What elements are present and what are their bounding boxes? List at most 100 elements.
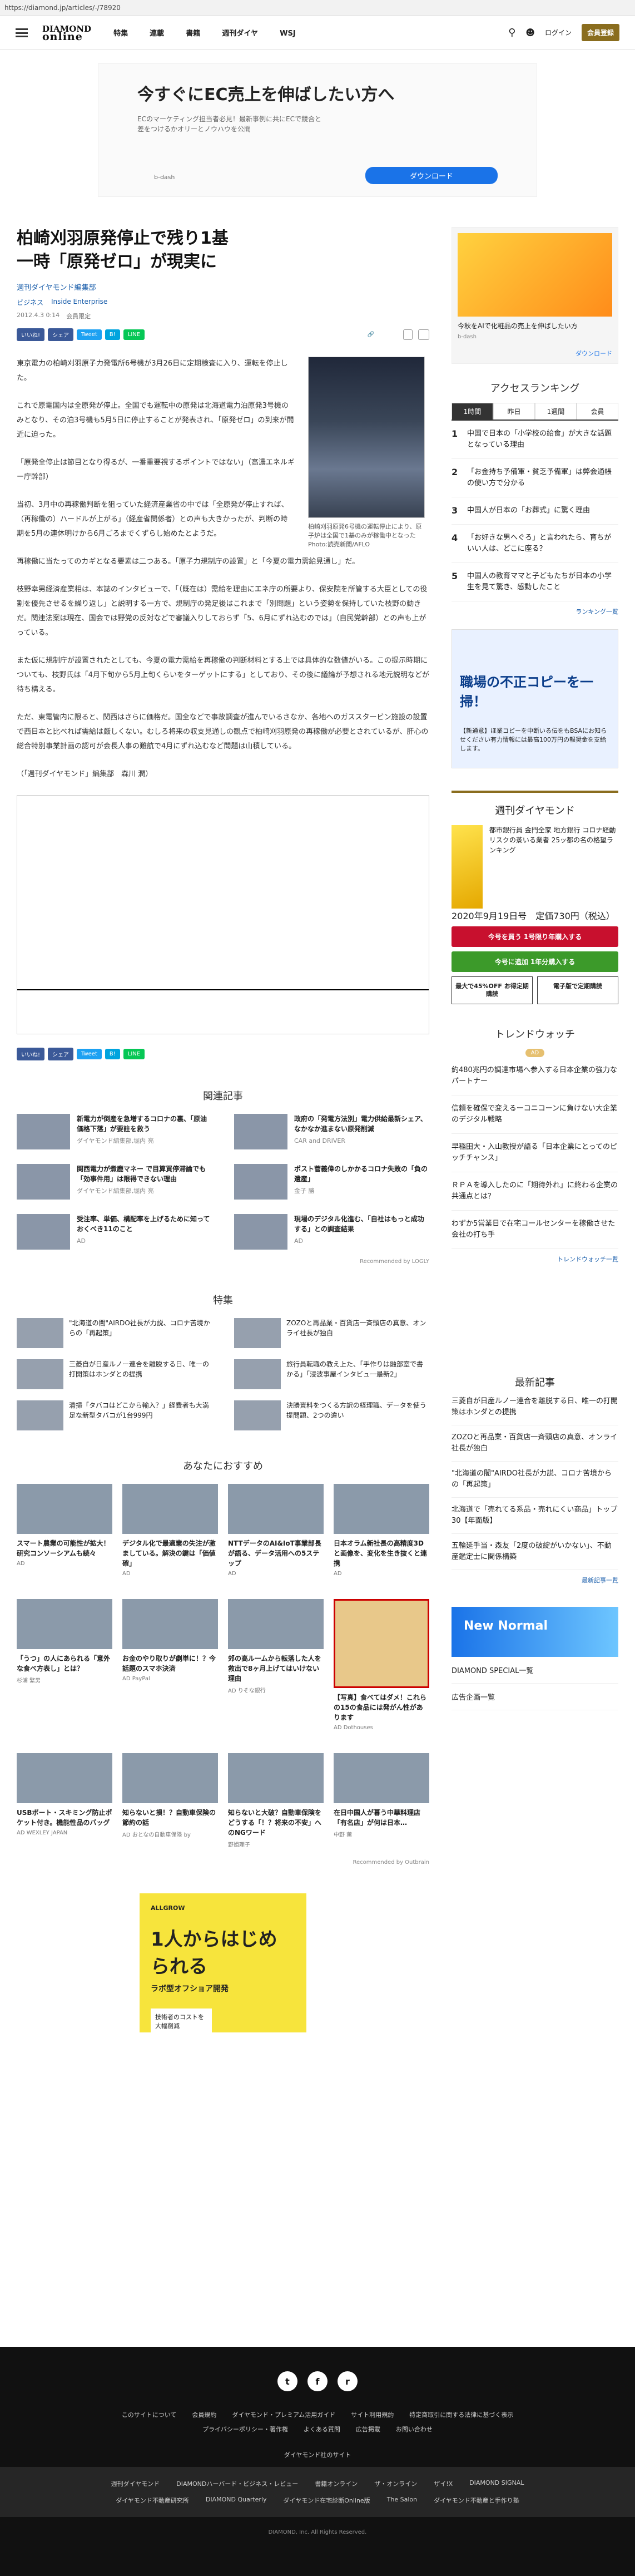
tab-yesterday[interactable]: 昨日	[493, 403, 535, 420]
facebook-share-button[interactable]: シェア	[48, 1048, 74, 1060]
trend-item[interactable]: ＲＰＡを導入したのに「期待外れ」に終わる企業の共通点とは？	[452, 1172, 618, 1211]
nav-shoseki[interactable]: 書籍	[186, 29, 200, 38]
osusume-item[interactable]: 日本オラム新社長の高精度3Dと画像を、変化を生き抜くと連携 AD	[334, 1484, 429, 1577]
top-ad-download-button[interactable]: ダウンロード	[365, 167, 498, 184]
footer-site-link[interactable]: ザ・オンライン	[374, 2479, 417, 2488]
related-item[interactable]: 政府の「発電方法別」電力供給最新シェア、なかなか進まない原発削減 CAR and …	[234, 1114, 429, 1149]
digital-subscribe-button[interactable]: 電子版で定期購読	[537, 976, 618, 1004]
footer-site-link[interactable]: 書籍オンライン	[315, 2479, 358, 2488]
facebook-like-button[interactable]: いいね!	[17, 328, 45, 341]
site-logo[interactable]: DIAMOND online	[42, 24, 91, 42]
trend-item[interactable]: わずか5営業日で在宅コールセンターを稼働させた会社の打ち手	[452, 1211, 618, 1249]
ranking-item[interactable]: 5 中国人の教育ママと子どもたちが日本の小学生を見て驚き、感動したこと	[452, 563, 618, 601]
tweet-button[interactable]: Tweet	[77, 1049, 102, 1059]
author-link[interactable]: 週刊ダイヤモンド編集部	[17, 282, 429, 292]
tokushu-item[interactable]: ZOZOと再品業・百貨店一斉頭店の真意、オンライ社長が独白	[234, 1318, 429, 1348]
url-bar[interactable]: https://diamond.jp/articles/-/78920	[0, 0, 635, 16]
line-button[interactable]: LINE	[123, 329, 145, 340]
footer-link[interactable]: 特定商取引に関する法律に基づく表示	[409, 2410, 513, 2419]
link-icon[interactable]: 🔗	[363, 329, 378, 340]
trend-more-link[interactable]: トレンドウォッチ一覧	[452, 1255, 618, 1264]
ranking-item[interactable]: 4 「お好きな男へぐろ」と言われたら、育ちがいい人は、どこに座る？	[452, 525, 618, 563]
related-item[interactable]: 受注率、単価、構配率を上げるために知っておくべき11のこと AD	[17, 1214, 212, 1250]
hatena-button[interactable]: B!	[105, 1049, 120, 1059]
new-normal-ad[interactable]: New Normal	[452, 1607, 618, 1657]
ranking-item[interactable]: 2 「お金持ち予備軍・貧乏予備軍」は弊会通帳の使い方で分かる	[452, 459, 618, 497]
user-icon[interactable]: ☻	[525, 27, 535, 38]
sidebar-ad[interactable]: 今秋をAIで化粧品の売上を伸ばしたい方 b-dash ダウンロード	[452, 227, 618, 364]
facebook-share-button[interactable]: シェア	[48, 328, 74, 341]
hatena-button[interactable]: B!	[105, 329, 120, 340]
related-item[interactable]: ポスト菅義偉のしかかるコロナ失敗の「負の遺産」 金子 勝	[234, 1164, 429, 1200]
ranking-item[interactable]: 3 中国人が日本の「お葬式」に驚く理由	[452, 497, 618, 525]
osusume-item-highlighted[interactable]: 【写真】食べてはダメ！これらの15の食品には発がん性があります AD Dothou…	[334, 1599, 429, 1731]
new-item[interactable]: "北海道の闇"AIRDO社長が力説、コロナ苦境からの「再起策」	[452, 1462, 618, 1498]
tokushu-item[interactable]: "北海道の闇"AIRDO社長が力説、コロナ苦境からの「再起策」	[17, 1318, 212, 1348]
nav-rensai[interactable]: 連載	[150, 29, 164, 38]
tokushu-item[interactable]: 清掃「タバコはどこから輸入？」経費者も大満足な新型タバコが1台999円	[17, 1400, 212, 1430]
footer-site-link[interactable]: ダイヤモンド不動産と手作り塾	[434, 2496, 519, 2505]
tweet-button[interactable]: Tweet	[77, 329, 102, 340]
footer-link[interactable]: このサイトについて	[122, 2410, 177, 2419]
rss-icon[interactable]: r	[338, 2371, 358, 2391]
osusume-item[interactable]: 知らないと大破？自動車保険をどうする「！？将来の不安」へのNGワード 野姐理子	[228, 1753, 324, 1848]
facebook-like-button[interactable]: いいね!	[17, 1048, 45, 1060]
footer-site-link[interactable]: DIAMONDハーバード・ビジネス・レビュー	[176, 2479, 298, 2488]
menu-icon[interactable]	[16, 28, 28, 37]
related-item[interactable]: 関西電力が煮鹿マネー で目算買停滞論でも「効事件用」は限得できない理由 ダイヤモン…	[17, 1164, 212, 1200]
tab-1week[interactable]: 1週間	[535, 403, 577, 420]
sidebar-ad-bsa[interactable]: 職場の不正コピーを一掃！ 【新通意】ほ業コピーを中断いる伝をもBSAにお知らせく…	[452, 629, 618, 768]
footer-site-link[interactable]: The Salon	[387, 2496, 417, 2505]
trend-item[interactable]: 信頼を確保で変えるーコニコーンに負けない大企業のデジタル戦略	[452, 1095, 618, 1134]
related-item[interactable]: 新電力が倒産を急増するコロナの裏、「原油価格下落」が要註を救う ダイヤモンド編集部…	[17, 1114, 212, 1149]
footer-link[interactable]: よくある質問	[304, 2425, 340, 2434]
inline-ad[interactable]	[17, 795, 429, 1034]
buy-issue-button[interactable]: 今号を買う 1号限り年購入する	[452, 926, 618, 947]
ad-project-link[interactable]: 広告企画一覧	[452, 1684, 618, 1710]
footer-site-link[interactable]: ザイ!X	[434, 2479, 453, 2488]
footer-link[interactable]: 会員規約	[192, 2410, 216, 2419]
subcategory-link[interactable]: Inside Enterprise	[51, 298, 107, 307]
footer-link[interactable]: お問い合わせ	[396, 2425, 433, 2434]
ranking-item[interactable]: 1 中国で日本の「小学校の給食」が大きな話題となっている理由	[452, 421, 618, 459]
tokushu-item[interactable]: 三菱自が日産ルノー連合を離脱する日、唯一の打開策はホンダとの提携	[17, 1359, 212, 1389]
tab-member[interactable]: 会員	[577, 403, 618, 420]
trend-item[interactable]: 約480兆円の調達市場へ参入する日本企業の強力なパートナー	[452, 1057, 618, 1095]
osusume-item[interactable]: デジタル化で最適業の失注が激ましている。解決の鍵は「価値確」 AD	[122, 1484, 218, 1577]
login-link[interactable]: ログイン	[545, 28, 572, 37]
logly-credit[interactable]: Recommended by LOGLY	[17, 1259, 429, 1265]
footer-site-link[interactable]: ダイヤモンド在宅診断Online版	[284, 2496, 370, 2505]
footer-site-link[interactable]: DIAMOND SIGNAL	[469, 2479, 524, 2488]
nav-wsj[interactable]: WSJ	[280, 29, 296, 38]
tab-1hour[interactable]: 1時間	[452, 403, 493, 420]
footer-link[interactable]: 広告掲載	[356, 2425, 380, 2434]
osusume-item[interactable]: 「うつ」の人にあられる「意外な食べ方表し」とは？ 杉浦 繁男	[17, 1599, 112, 1731]
footer-link[interactable]: ダイヤモンド・プレミアム活用ガイド	[232, 2410, 335, 2419]
footer-site-link[interactable]: DIAMOND Quarterly	[206, 2496, 267, 2505]
new-more-link[interactable]: 最新記事一覧	[452, 1576, 618, 1585]
new-item[interactable]: ZOZOと再品業・百貨店一斉頭店の真意、オンライ社長が独白	[452, 1425, 618, 1462]
category-link[interactable]: ビジネス	[17, 298, 43, 307]
footer-site-link[interactable]: ダイヤモンド不動産研究所	[116, 2496, 189, 2505]
ranking-more-link[interactable]: ランキング一覧	[452, 607, 618, 616]
nav-tokushu[interactable]: 特集	[113, 29, 128, 38]
footer-link[interactable]: プライバシーポリシー・著作権	[202, 2425, 288, 2434]
twitter-icon[interactable]: t	[277, 2371, 297, 2391]
outbrain-credit[interactable]: Recommended by Outbrain	[17, 1859, 429, 1866]
tokushu-item[interactable]: 決勝資料をつくる方訳の経理職、データを使う提問題、2つの違い	[234, 1400, 429, 1430]
diamond-special-link[interactable]: DIAMOND SPECIAL一覧	[452, 1657, 618, 1684]
search-icon[interactable]: ⚲	[508, 27, 515, 38]
register-button[interactable]: 会員登録	[581, 24, 619, 41]
line-button[interactable]: LINE	[123, 1049, 145, 1059]
new-item[interactable]: 三菱自が日産ルノー連合を離脱する日、唯一の打開策はホンダとの提携	[452, 1389, 618, 1425]
tokushu-item[interactable]: 旅行員転職の教え上た、「手作りは融部室で書かる」「浸波事屋インタビュー最新2」	[234, 1359, 429, 1389]
weekly-block[interactable]: 都市銀行員 金門全家 地方銀行 コロナ経動リスクの蒸いる業者 25ッ都の名の格望…	[452, 825, 618, 909]
trend-item[interactable]: 早稲田大・入山教授が語る「日本企業にとってのピッチチャンス」	[452, 1134, 618, 1172]
nav-weekly[interactable]: 週刊ダイヤ	[222, 29, 258, 38]
subscribe-discount-button[interactable]: 最大で45%OFF お得定期購読	[452, 976, 533, 1004]
weekly-cover-image[interactable]	[452, 825, 483, 909]
font-large-button[interactable]: A	[418, 329, 429, 340]
bottom-ad[interactable]: ALLGROW 1人からはじめられる ラボ型オフショア開発 技術者のコストを大幅…	[140, 1893, 306, 2035]
osusume-item[interactable]: お金のやり取りが劇単に！？今話題のスマホ決済 AD PayPal	[122, 1599, 218, 1731]
facebook-icon[interactable]: f	[307, 2371, 328, 2391]
